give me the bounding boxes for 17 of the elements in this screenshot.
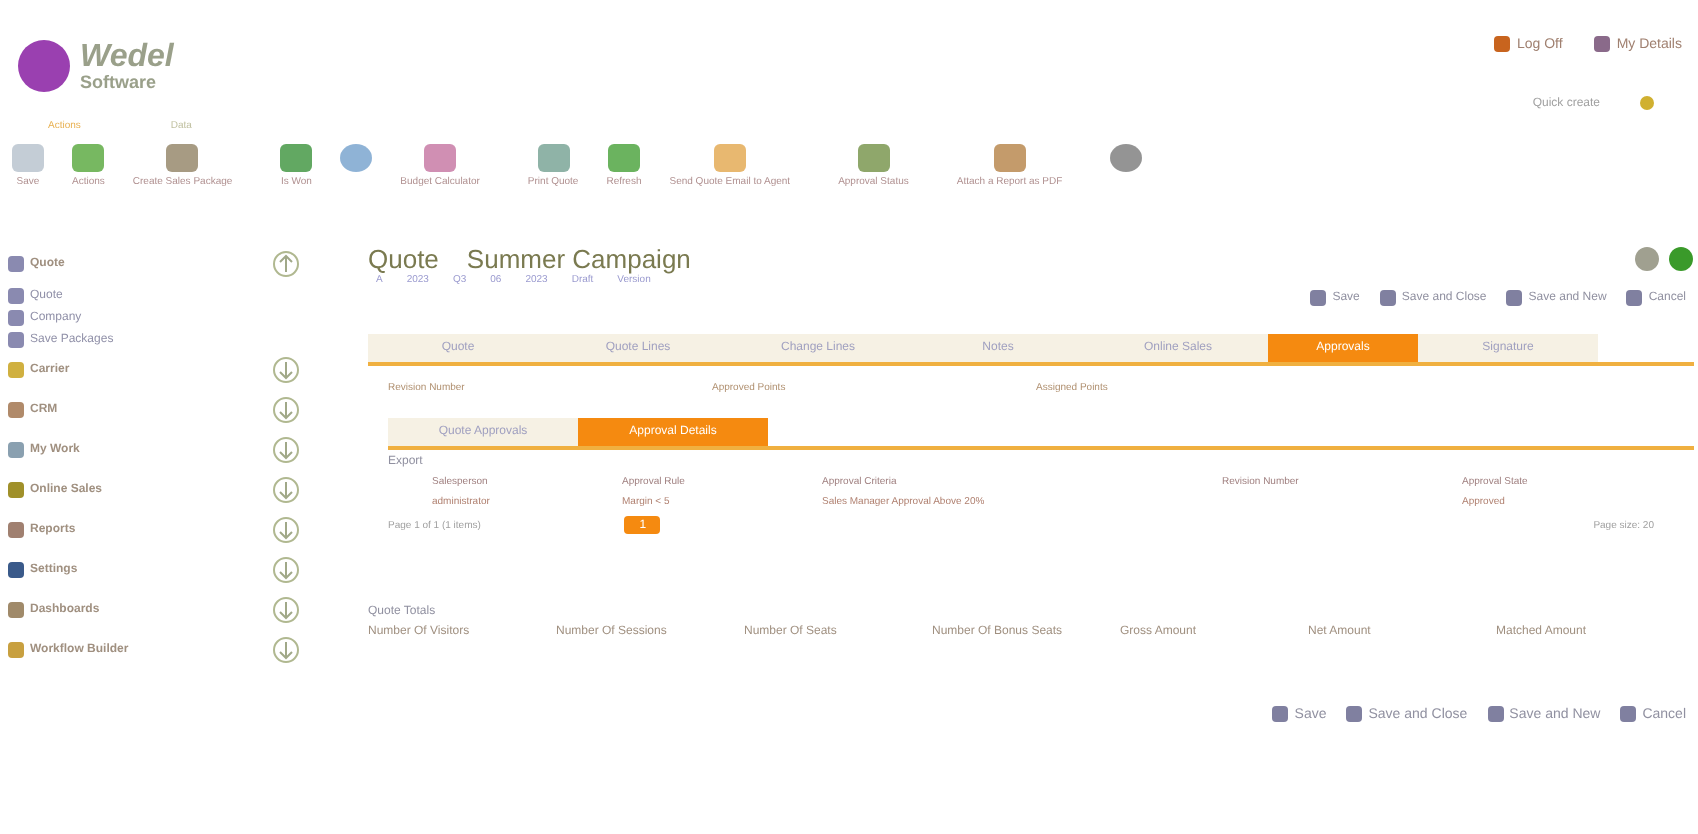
expand-icon[interactable] (272, 636, 300, 664)
expand-icon[interactable] (272, 556, 300, 584)
ribbon-button[interactable] (340, 144, 373, 172)
expand-icon[interactable] (272, 516, 300, 544)
expand-icon[interactable] (272, 396, 300, 424)
expand-icon[interactable] (272, 596, 300, 624)
ribbon-button[interactable] (1110, 144, 1143, 172)
logo-name: Wedel (80, 41, 174, 73)
logo-icon (16, 38, 72, 94)
logo-tagline: Software (80, 73, 159, 91)
expand-icon[interactable] (272, 436, 300, 464)
record-type: Quote (368, 244, 439, 274)
collapse-icon[interactable] (272, 250, 300, 278)
expand-icon[interactable] (272, 476, 300, 504)
expand-icon[interactable] (272, 356, 300, 384)
quick-create-icon[interactable] (1640, 96, 1654, 110)
record-name: Summer Campaign (466, 244, 691, 274)
